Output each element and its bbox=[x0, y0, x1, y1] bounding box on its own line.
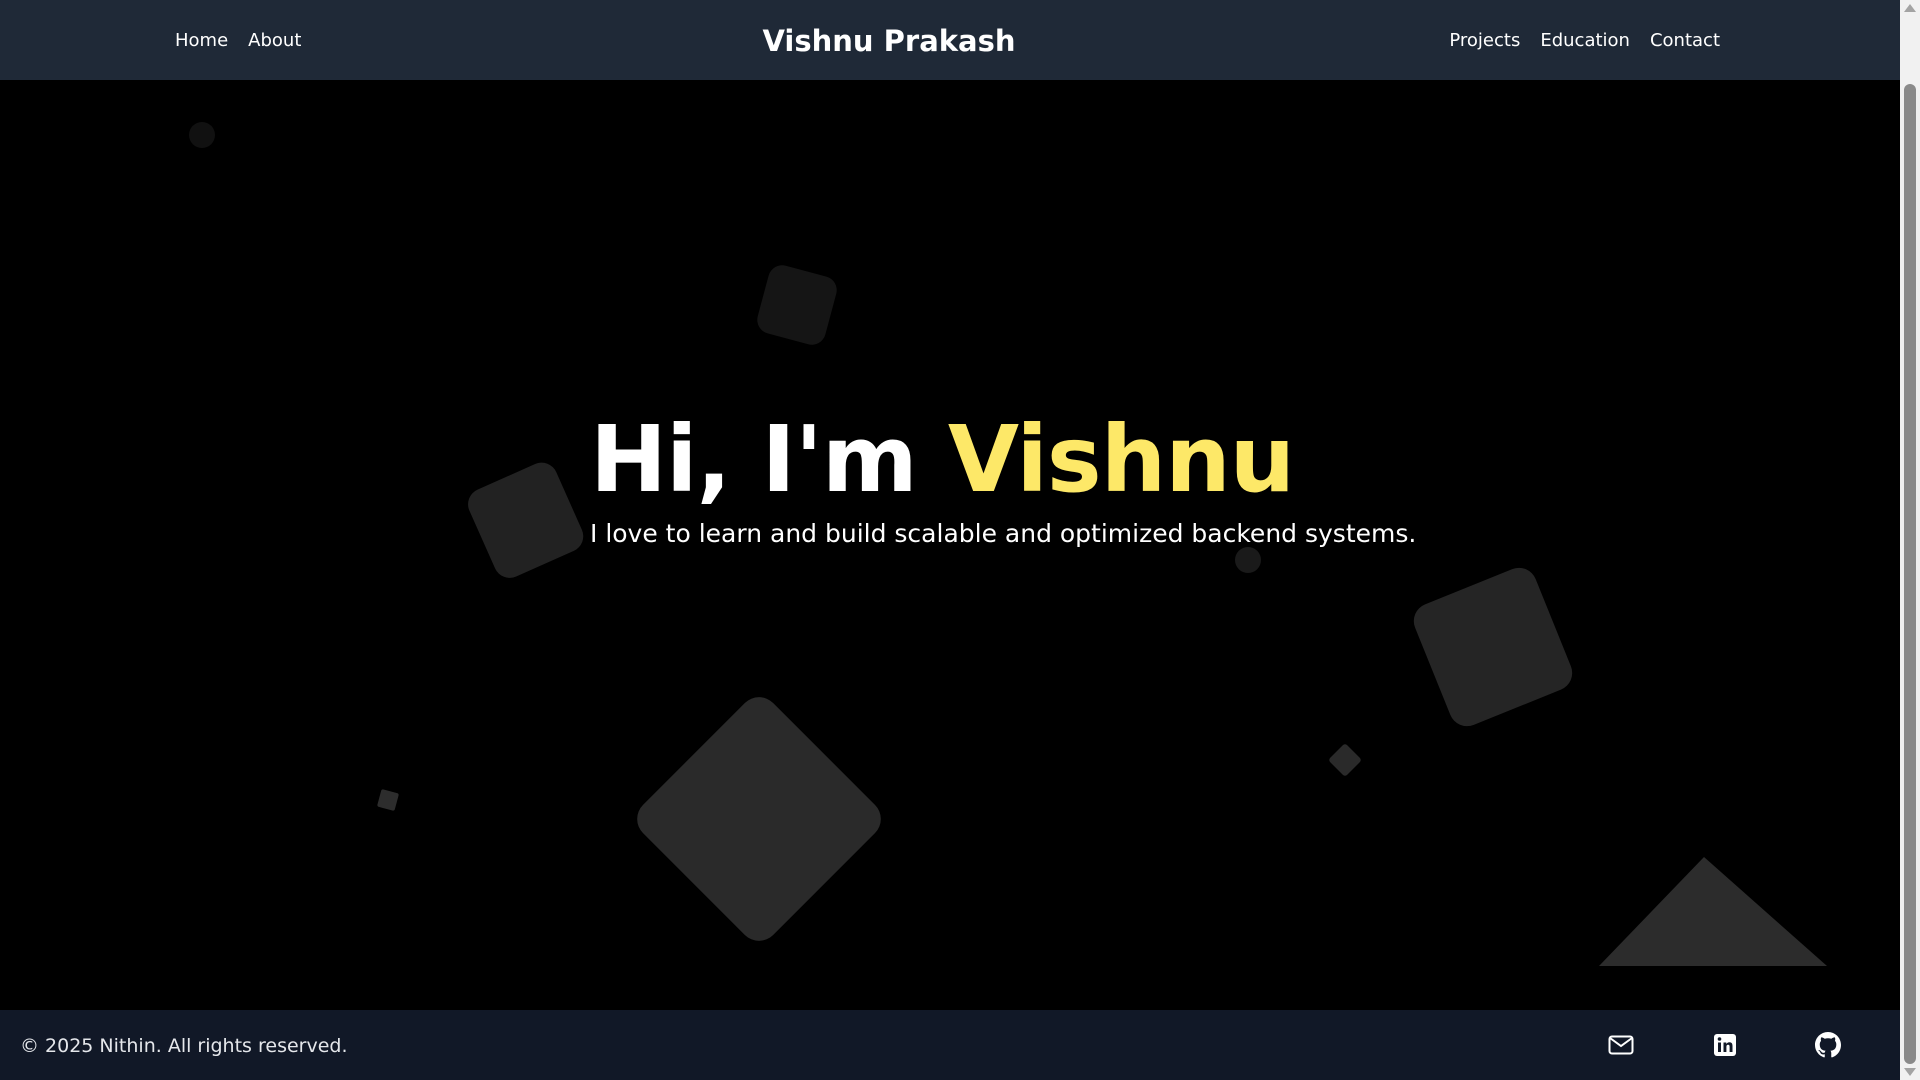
shape-small-circle bbox=[189, 122, 215, 148]
scrollbar[interactable] bbox=[1900, 0, 1920, 1080]
shape-tiny-square-right bbox=[1329, 744, 1361, 776]
shape-large-diamond bbox=[637, 697, 881, 941]
shape-rounded-square-right bbox=[1413, 567, 1573, 727]
nav-link-projects[interactable]: Projects bbox=[1449, 30, 1520, 51]
hero-greeting: Hi, I'm bbox=[590, 406, 918, 513]
scrollbar-thumb[interactable] bbox=[1904, 84, 1916, 1064]
nav-link-education[interactable]: Education bbox=[1540, 30, 1630, 51]
shape-rounded-square-left bbox=[468, 462, 584, 578]
footer: © 2025 Nithin. All rights reserved. bbox=[0, 1010, 1900, 1080]
linkedin-icon[interactable] bbox=[1705, 1010, 1745, 1080]
scroll-down-arrow-icon[interactable] bbox=[1904, 1068, 1916, 1076]
navbar: Home About Vishnu Prakash Projects Educa… bbox=[0, 0, 1900, 80]
scroll-up-arrow-icon[interactable] bbox=[1904, 4, 1916, 12]
footer-copyright: © 2025 Nithin. All rights reserved. bbox=[20, 1035, 348, 1057]
nav-right-links: Projects Education Contact bbox=[1449, 0, 1720, 80]
hero-subtitle: I love to learn and build scalable and o… bbox=[590, 519, 1417, 548]
shape-rounded-square-top bbox=[757, 265, 837, 345]
shape-blurred-dot bbox=[1235, 547, 1261, 573]
shape-triangle bbox=[1599, 857, 1827, 966]
mail-icon[interactable] bbox=[1601, 1010, 1641, 1080]
hero-name: Vishnu bbox=[947, 406, 1295, 513]
shape-tiny-square-left bbox=[377, 789, 399, 811]
nav-link-contact[interactable]: Contact bbox=[1650, 30, 1720, 51]
github-icon[interactable] bbox=[1808, 1010, 1848, 1080]
hero-title: Hi, I'm Vishnu bbox=[590, 405, 1416, 515]
hero-content: Hi, I'm Vishnu I love to learn and build… bbox=[590, 405, 1416, 548]
hero-section: Hi, I'm Vishnu I love to learn and build… bbox=[0, 80, 1900, 1010]
